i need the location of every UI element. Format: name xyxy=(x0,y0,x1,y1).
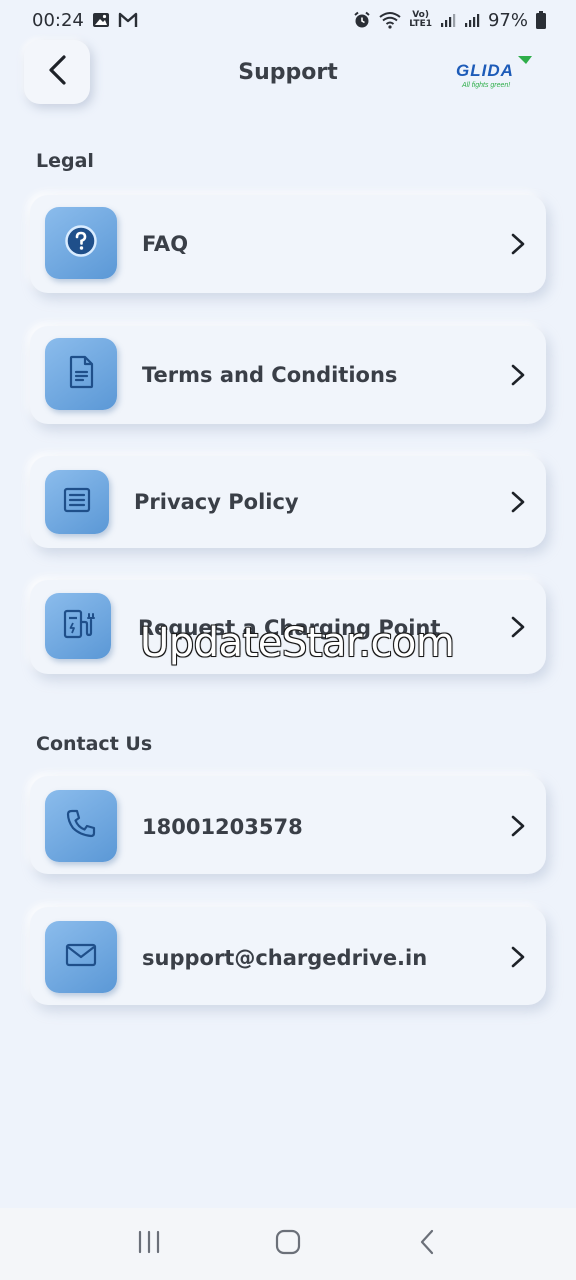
chevron-right-icon xyxy=(508,945,528,969)
phone-number-label: 18001203578 xyxy=(142,815,303,839)
mail-icon xyxy=(64,941,98,973)
app-header: Support GLIDA All fights green! xyxy=(0,40,576,110)
faq-icon-tile xyxy=(45,207,117,279)
charging-icon-tile xyxy=(45,593,111,659)
document-icon xyxy=(65,354,97,394)
question-icon xyxy=(63,223,99,263)
status-left: 00:24 xyxy=(32,10,138,31)
clock-time: 00:24 xyxy=(32,9,84,31)
email-label: support@chargedrive.in xyxy=(142,946,428,970)
faq-item[interactable]: FAQ xyxy=(30,195,546,293)
terms-item[interactable]: Terms and Conditions xyxy=(30,326,546,424)
chevron-right-icon xyxy=(508,363,528,387)
svg-text:GLIDA: GLIDA xyxy=(456,61,514,80)
status-right: Vo) LTE1 97% xyxy=(353,10,546,31)
phone-icon-tile xyxy=(45,790,117,862)
phone-item[interactable]: 18001203578 xyxy=(30,776,546,874)
wifi-icon xyxy=(379,11,401,29)
recent-apps-button[interactable] xyxy=(129,1224,169,1264)
privacy-item[interactable]: Privacy Policy xyxy=(30,456,546,548)
battery-icon xyxy=(536,11,546,29)
chevron-right-icon xyxy=(508,814,528,838)
terms-icon-tile xyxy=(45,338,117,410)
glida-logo: GLIDA All fights green! xyxy=(456,54,536,90)
status-bar: 00:24 Vo) LTE1 97% xyxy=(0,0,576,40)
faq-label: FAQ xyxy=(142,232,189,256)
phone-icon xyxy=(64,807,98,845)
chevron-right-icon xyxy=(508,490,528,514)
battery-percent: 97% xyxy=(487,9,528,31)
email-item[interactable]: support@chargedrive.in xyxy=(30,907,546,1005)
signal-icon xyxy=(440,12,456,28)
terms-label: Terms and Conditions xyxy=(142,363,398,387)
section-legal-label: Legal xyxy=(36,150,94,172)
chevron-right-icon xyxy=(508,615,528,639)
charging-station-icon xyxy=(60,606,96,646)
gallery-icon xyxy=(92,12,110,28)
home-icon xyxy=(275,1229,301,1259)
system-nav-bar xyxy=(0,1208,576,1280)
signal-icon xyxy=(464,12,480,28)
lte-label: LTE1 xyxy=(409,19,432,29)
volte-icon: Vo) LTE1 xyxy=(409,11,432,29)
recent-apps-icon xyxy=(136,1230,162,1258)
section-contact-label: Contact Us xyxy=(36,733,153,755)
nav-back-icon xyxy=(417,1228,437,1260)
svg-text:All fights green!: All fights green! xyxy=(461,82,510,89)
gmail-icon xyxy=(118,12,138,28)
home-button[interactable] xyxy=(268,1224,308,1264)
privacy-label: Privacy Policy xyxy=(134,490,299,514)
email-icon-tile xyxy=(45,921,117,993)
nav-back-button[interactable] xyxy=(407,1224,447,1264)
chevron-right-icon xyxy=(508,232,528,256)
privacy-icon-tile xyxy=(45,470,109,534)
alarm-icon xyxy=(353,11,371,29)
list-document-icon xyxy=(61,484,93,520)
watermark-text: UpdateStar.com xyxy=(140,620,455,666)
